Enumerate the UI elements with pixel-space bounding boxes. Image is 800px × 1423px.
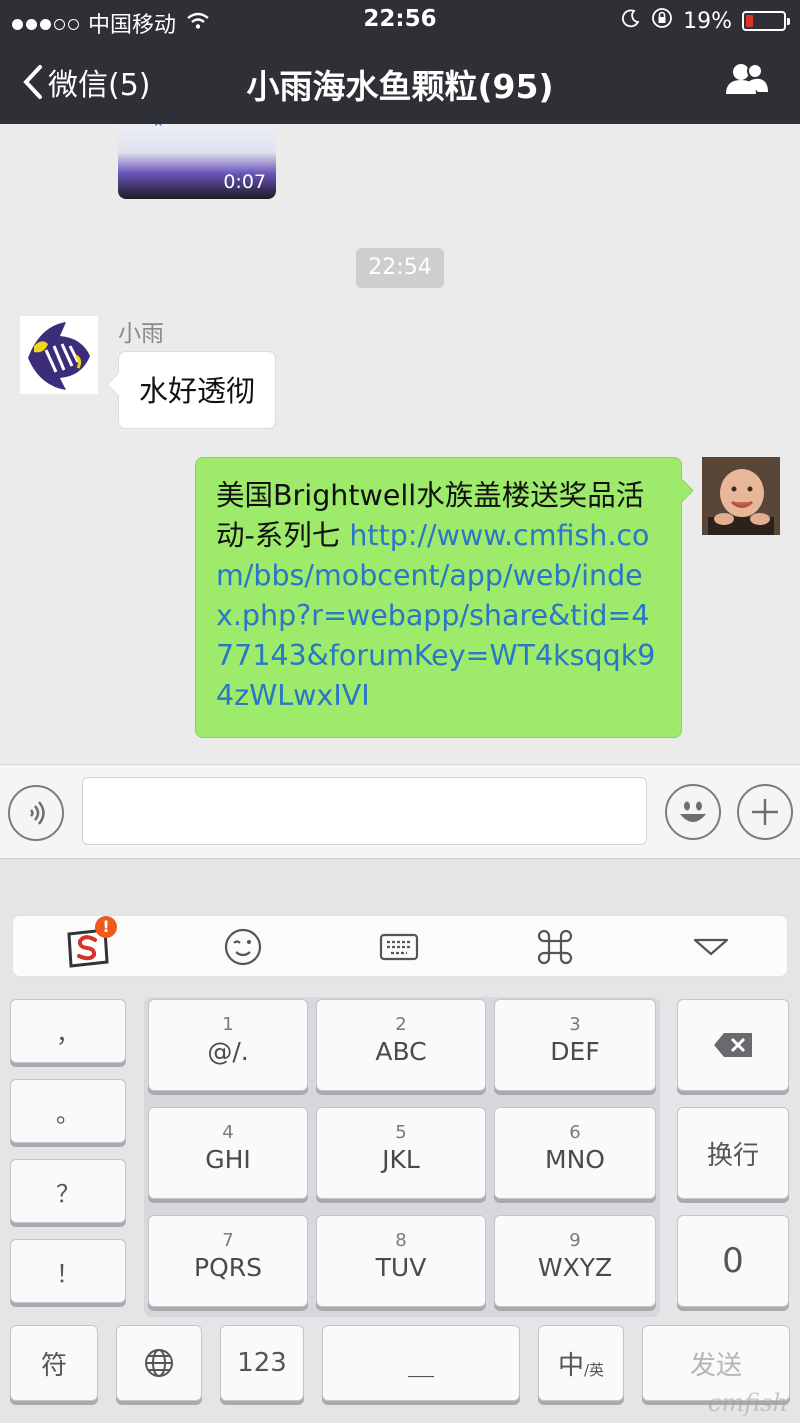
- emoji-keyboard-button[interactable]: [218, 926, 268, 968]
- key-letters: ABC: [375, 1037, 427, 1066]
- input-bar: [0, 764, 800, 858]
- key-number: 6: [569, 1122, 581, 1143]
- globe-icon: [145, 1349, 173, 1377]
- punct-key-period[interactable]: 。: [10, 1079, 126, 1143]
- key-9[interactable]: 9 WXYZ: [494, 1215, 656, 1307]
- key-letters: DEF: [550, 1037, 600, 1066]
- key-letters: JKL: [382, 1145, 420, 1174]
- chevron-down-icon: [693, 938, 729, 956]
- voice-input-button[interactable]: [8, 785, 64, 841]
- keyboard-toolbar: !: [12, 915, 788, 977]
- key-5[interactable]: 5 JKL: [316, 1107, 486, 1199]
- key-number: 9: [569, 1230, 581, 1251]
- smiley-icon: [680, 801, 706, 822]
- battery-icon: [742, 11, 790, 31]
- lang-main-label: 中: [557, 1350, 584, 1381]
- outgoing-message-bubble[interactable]: 美国Brightwell水族盖楼送奖品活动-系列七 http://www.cmf…: [195, 457, 682, 738]
- status-bar: 中国移动 22:56 19%: [0, 0, 800, 40]
- key-number: 7: [222, 1230, 234, 1251]
- starfish-icon: ★: [152, 124, 165, 130]
- baby-avatar-icon: [702, 457, 780, 535]
- key-letters: GHI: [205, 1145, 251, 1174]
- group-members-button[interactable]: [724, 62, 770, 102]
- emoji-button[interactable]: [665, 784, 721, 840]
- nav-bar: 微信(5) 小雨海水鱼颗粒(95): [0, 40, 800, 124]
- keyboard: ! ， 。 ？ ！ 1 @/. 2 ABC 3 DEF 4 GHI 5 JKL 6 MNO …: [0, 858, 800, 1423]
- key-6[interactable]: 6 MNO: [494, 1107, 656, 1199]
- key-letters: PQRS: [194, 1253, 262, 1282]
- sogou-logo-button[interactable]: !: [63, 916, 117, 968]
- avatar[interactable]: [20, 316, 98, 394]
- timestamp-chip: 22:54: [356, 248, 444, 288]
- key-8[interactable]: 8 TUV: [316, 1215, 486, 1307]
- key-number: 4: [222, 1122, 234, 1143]
- key-letters: @/.: [207, 1037, 249, 1066]
- key-2[interactable]: 2 ABC: [316, 999, 486, 1091]
- plus-icon: [752, 799, 778, 825]
- video-duration: 0:07: [223, 171, 266, 193]
- keyboard-switch-button[interactable]: [374, 926, 424, 968]
- key-4[interactable]: 4 GHI: [148, 1107, 308, 1199]
- key-3[interactable]: 3 DEF: [494, 999, 656, 1091]
- message-input[interactable]: [82, 777, 647, 845]
- group-icon: [726, 63, 768, 94]
- globe-key[interactable]: [116, 1325, 202, 1401]
- key-1[interactable]: 1 @/.: [148, 999, 308, 1091]
- key-number: 2: [395, 1014, 407, 1035]
- chat-area[interactable]: ★ 0:07 22:54 小雨 水好透彻 美国Brightwell水族盖楼送奖品…: [0, 124, 800, 764]
- keyboard-icon: [379, 933, 419, 961]
- angelfish-avatar-icon: [28, 322, 90, 390]
- command-icon: [537, 929, 573, 965]
- backspace-icon: [714, 1033, 752, 1057]
- more-button[interactable]: [737, 784, 793, 840]
- my-avatar[interactable]: [702, 457, 780, 535]
- punct-key-question[interactable]: ？: [10, 1159, 126, 1223]
- key-letters: WXYZ: [537, 1253, 613, 1282]
- incoming-message-bubble[interactable]: 水好透彻: [118, 351, 277, 429]
- command-button[interactable]: [530, 926, 580, 968]
- punct-key-comma[interactable]: ，: [10, 999, 126, 1063]
- key-number: 8: [395, 1230, 407, 1251]
- sender-name: 小雨: [118, 321, 164, 347]
- battery-percent: 19%: [683, 8, 732, 34]
- wink-face-icon: [224, 928, 262, 966]
- key-letters: MNO: [545, 1145, 605, 1174]
- language-switch-key[interactable]: 中/英: [538, 1325, 624, 1401]
- key-7[interactable]: 7 PQRS: [148, 1215, 308, 1307]
- key-letters: TUV: [375, 1253, 427, 1282]
- page-title: 小雨海水鱼颗粒(95): [246, 67, 554, 106]
- delete-key[interactable]: [677, 999, 789, 1091]
- symbol-key[interactable]: 符: [10, 1325, 98, 1401]
- notification-badge: !: [95, 916, 117, 938]
- numeric-key[interactable]: 123: [220, 1325, 304, 1401]
- video-message-thumbnail[interactable]: ★ 0:07: [118, 124, 276, 199]
- moon-icon: [621, 8, 641, 34]
- newline-key[interactable]: 换行: [677, 1107, 789, 1199]
- key-number: 5: [395, 1122, 407, 1143]
- rotation-lock-icon: [651, 7, 673, 35]
- zero-key[interactable]: 0: [677, 1215, 789, 1307]
- key-number: 3: [569, 1014, 581, 1035]
- collapse-keyboard-button[interactable]: [686, 926, 736, 968]
- watermark: cmfish: [708, 1389, 788, 1417]
- space-key[interactable]: ＿: [322, 1325, 520, 1401]
- key-number: 1: [222, 1014, 234, 1035]
- voice-icon: [30, 801, 45, 825]
- punct-key-exclaim[interactable]: ！: [10, 1239, 126, 1303]
- lang-sub-label: /英: [583, 1360, 605, 1379]
